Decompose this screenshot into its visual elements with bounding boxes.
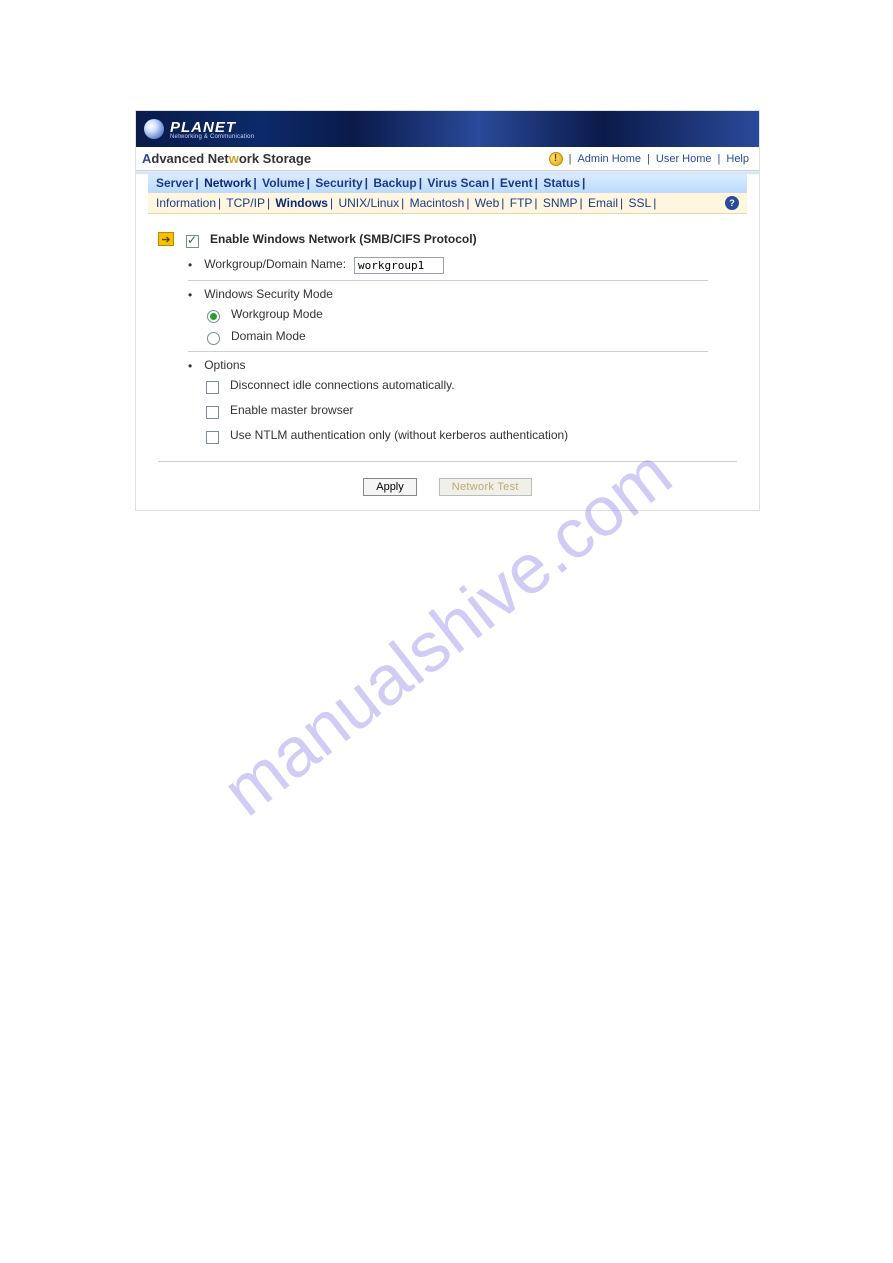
radio-domain-mode[interactable] xyxy=(207,332,220,345)
apply-button[interactable]: Apply xyxy=(363,478,417,496)
button-row: Apply Network Test xyxy=(158,478,737,496)
opt-disconnect-label: Disconnect idle connections automaticall… xyxy=(230,378,455,392)
tab-network[interactable]: Network xyxy=(204,176,251,190)
radio-domain-label: Domain Mode xyxy=(231,329,306,343)
tab-backup[interactable]: Backup xyxy=(373,176,416,190)
subtab-information[interactable]: Information xyxy=(156,196,216,210)
subtab-email[interactable]: Email xyxy=(588,196,618,210)
workgroup-label: Workgroup/Domain Name: xyxy=(204,257,346,271)
brand-header: PLANET Networking & Communication xyxy=(136,111,759,147)
subtab-mac[interactable]: Macintosh xyxy=(410,196,465,210)
bullet-icon: • xyxy=(188,358,196,372)
tab-volume[interactable]: Volume xyxy=(262,176,304,190)
top-links: ! | Admin Home | User Home | Help xyxy=(549,152,749,166)
alert-icon[interactable]: ! xyxy=(549,152,563,166)
globe-icon xyxy=(144,119,164,139)
subtab-windows[interactable]: Windows xyxy=(275,196,328,210)
link-user-home[interactable]: User Home xyxy=(656,153,712,165)
checkbox-master-browser[interactable] xyxy=(206,406,219,419)
arrow-icon: ➔ xyxy=(158,232,174,246)
subtab-web[interactable]: Web xyxy=(475,196,499,210)
tab-event[interactable]: Event xyxy=(500,176,533,190)
radio-workgroup-mode[interactable] xyxy=(207,310,220,323)
network-test-button: Network Test xyxy=(439,478,532,496)
tab-server[interactable]: Server xyxy=(156,176,193,190)
options-label: Options xyxy=(204,358,245,372)
security-mode-label: Windows Security Mode xyxy=(204,287,333,301)
app-window: PLANET Networking & Communication Advanc… xyxy=(135,110,760,511)
checkbox-disconnect-idle[interactable] xyxy=(206,381,219,394)
main-panel: Server| Network| Volume| Security| Backu… xyxy=(136,174,759,510)
checkbox-enable-smb[interactable] xyxy=(186,235,199,248)
bullet-icon: • xyxy=(188,257,196,271)
subtab-ftp[interactable]: FTP xyxy=(510,196,533,210)
enable-label: Enable Windows Network (SMB/CIFS Protoco… xyxy=(210,232,477,246)
subtab-snmp[interactable]: SNMP xyxy=(543,196,578,210)
help-icon[interactable]: ? xyxy=(725,196,739,210)
tab-virus[interactable]: Virus Scan xyxy=(427,176,489,190)
subtab-ssl[interactable]: SSL xyxy=(629,196,652,210)
form-content: ➔ Enable Windows Network (SMB/CIFS Proto… xyxy=(148,214,747,510)
page-title: Advanced Network Storage xyxy=(142,151,311,166)
divider xyxy=(158,461,737,462)
tab-security[interactable]: Security xyxy=(315,176,362,190)
opt-master-label: Enable master browser xyxy=(230,403,353,417)
workgroup-input[interactable] xyxy=(354,257,444,274)
opt-ntlm-label: Use NTLM authentication only (without ke… xyxy=(230,428,568,442)
tab-status[interactable]: Status xyxy=(543,176,580,190)
tabs-secondary: Information| TCP/IP| Windows| UNIX/Linux… xyxy=(148,193,747,214)
subtab-unix[interactable]: UNIX/Linux xyxy=(338,196,399,210)
title-bar: Advanced Network Storage ! | Admin Home … xyxy=(136,147,759,171)
link-admin-home[interactable]: Admin Home xyxy=(577,153,641,165)
subtab-tcpip[interactable]: TCP/IP xyxy=(226,196,265,210)
radio-workgroup-label: Workgroup Mode xyxy=(231,307,323,321)
brand-logo: PLANET Networking & Communication xyxy=(144,119,254,140)
link-help[interactable]: Help xyxy=(726,153,749,165)
bullet-icon: • xyxy=(188,287,196,301)
brand-tagline: Networking & Communication xyxy=(170,134,254,140)
divider xyxy=(188,351,708,352)
checkbox-ntlm-only[interactable] xyxy=(206,431,219,444)
tabs-primary: Server| Network| Volume| Security| Backu… xyxy=(148,174,747,193)
divider xyxy=(188,280,708,281)
